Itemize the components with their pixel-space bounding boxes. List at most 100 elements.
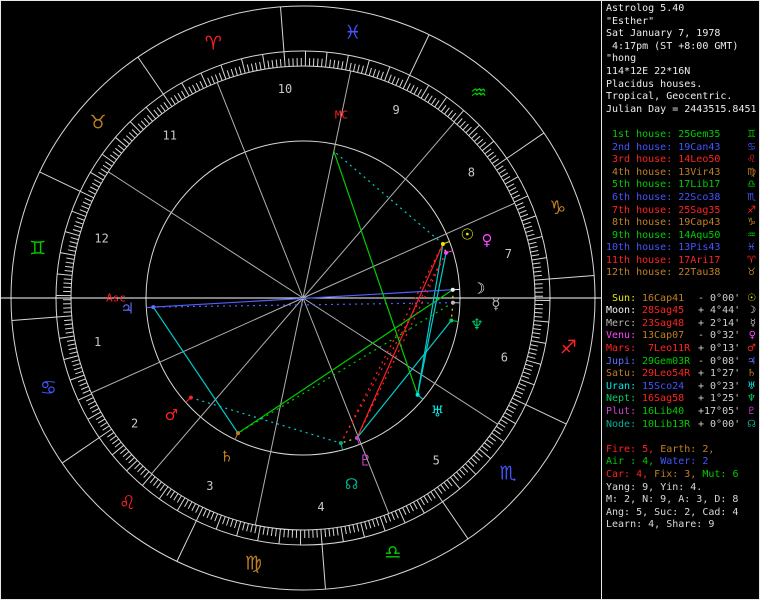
house-cusp-text: 11th house: 17Ari17 (606, 254, 721, 266)
house-cusp-row: 8th house: 19Cap43 ♑ (606, 217, 758, 230)
planet-position: 16Cap41 (642, 292, 685, 304)
sign-icon: ♏ (747, 191, 756, 203)
planet-position: 23Sag48 (642, 317, 685, 329)
planet-name: Node: (606, 418, 643, 430)
planet-row: Jupi: 29Gem03R - 0°08' ♃ (606, 356, 758, 369)
planet-name: Moon: (606, 305, 643, 317)
planet-position: 29Gem03R (642, 355, 691, 367)
sign-icon: ♑ (747, 217, 756, 229)
jupiter-icon: ♃ (747, 355, 756, 367)
sign-icon: ♍ (747, 166, 756, 178)
planet-name: Sun: (606, 292, 643, 304)
svg-text:3: 3 (206, 479, 213, 493)
planet-latitude: + 0°23' (698, 380, 741, 392)
planet-name: Jupi: (606, 355, 643, 367)
planet-row: Moon: 28Sag45 + 4°44' ☽ (606, 305, 758, 318)
planet-latitude: + 0°00' (698, 418, 741, 430)
planet-latitude: + 2°14' (698, 317, 741, 329)
house-cusp-text: 12th house: 22Tau38 (606, 267, 721, 279)
svg-text:2: 2 (131, 416, 138, 430)
svg-text:8: 8 (468, 166, 475, 180)
house-cusp-row: 1st house: 25Gem35 ♊ (606, 129, 758, 142)
house-cusp-row: 2nd house: 19Can43 ♋ (606, 142, 758, 155)
planet-row: Mars: 7Leo11R + 0°13' ♂ (606, 343, 758, 356)
svg-text:1: 1 (94, 335, 101, 349)
sign-icon: ♐ (747, 204, 756, 216)
house-type-counts: Ang: 5, Suc: 2, Cad: 4 (606, 506, 739, 518)
svg-text:♎: ♎ (384, 542, 401, 564)
planet-name: Uran: (606, 380, 643, 392)
natal-chart-wheel: ♈♉♊♋♌♍ ♎♏♐♑♒♓123456789101112 ☉☽☿♀♂♃♄♅♆♇☊As… (1, 5, 601, 591)
svg-text:♍: ♍ (245, 552, 262, 574)
planet-latitude: + 4°44' (698, 305, 741, 317)
house-cusp-text: 7th house: 25Sag35 (606, 204, 721, 216)
house-cusp-text: 1st house: 25Gem35 (606, 128, 721, 140)
planet-row: Sun: 16Cap41 - 0°00' ☉ (606, 293, 758, 306)
sign-icon: ♋ (747, 141, 756, 153)
house-cusp-row: 7th house: 25Sag35 ♐ (606, 205, 758, 218)
sign-icon: ♈ (747, 254, 756, 266)
svg-text:♅: ♅ (431, 403, 444, 421)
svg-text:MC: MC (335, 108, 348, 121)
house-cusp-text: 8th house: 19Cap43 (606, 217, 721, 229)
chart-date: Sat January 7, 1978 (606, 28, 721, 40)
planet-position: 28Sag45 (642, 305, 685, 317)
house-cusp-text: 9th house: 14Aqu50 (606, 229, 721, 241)
planet-latitude: + 1°25' (698, 393, 741, 405)
chart-time: 4:17pm (ST +8:00 GMT) (606, 40, 739, 52)
house-cusp-row: 5th house: 17Lib17 ♎ (606, 179, 758, 192)
moon-icon: ☽ (747, 305, 756, 317)
mercury-icon: ☿ (749, 317, 756, 329)
planet-latitude: - 0°08' (698, 355, 741, 367)
planet-position: 10Lib13R (642, 418, 691, 430)
planet-row: Merc: 23Sag48 + 2°14' ☿ (606, 318, 758, 331)
sign-icon: ♓ (747, 242, 756, 254)
house-cusp-row: 10th house: 13Pis43 ♓ (606, 242, 758, 255)
planet-row: Venu: 13Cap07 - 0°32' ♀ (606, 330, 758, 343)
svg-text:♐: ♐ (560, 337, 577, 359)
planet-row: Node: 10Lib13R + 0°00' ☊ (606, 419, 758, 432)
planet-name: Nept: (606, 393, 643, 405)
house-cusp-text: 4th house: 13Vir43 (606, 166, 721, 178)
sun-icon: ☉ (747, 292, 756, 304)
planet-position: 16Sag58 (642, 393, 685, 405)
svg-text:♋: ♋ (40, 377, 57, 399)
sign-icon: ♉ (747, 267, 756, 279)
svg-text:☊: ☊ (345, 475, 358, 493)
saturn-icon: ♄ (747, 368, 756, 380)
house-cusp-text: 6th house: 22Sco38 (606, 191, 721, 203)
svg-text:11: 11 (163, 129, 177, 143)
svg-text:♒: ♒ (470, 82, 487, 104)
venus-icon: ♀ (748, 330, 756, 342)
planet-row: Nept: 16Sag58 + 1°25' ♆ (606, 393, 758, 406)
sign-icon: ♒ (747, 229, 756, 241)
app-title: Astrolog 5.40 (606, 3, 685, 14)
chart-coordinates: 114*12E 22*16N (606, 65, 691, 77)
chart-place: "hong (606, 53, 637, 65)
learn-share-counts: Learn: 4, Share: 9 (606, 519, 715, 531)
svg-text:♄: ♄ (220, 448, 233, 466)
house-cusp-row: 12th house: 22Tau38 ♉ (606, 267, 758, 280)
svg-text:♊: ♊ (29, 237, 46, 259)
native-name: "Esther" (606, 15, 655, 27)
svg-text:♈: ♈ (205, 32, 222, 54)
julian-day: Julian Day = 2443515.8451 (606, 103, 757, 115)
element-counts-fire-earth: Fire: 5, Earth: 2, (606, 443, 715, 455)
planet-name: Satu: (606, 368, 643, 380)
zodiac-type: Tropical, Geocentric. (606, 91, 733, 103)
svg-text:♉: ♉ (89, 111, 106, 133)
planet-position: 16Lib40 (642, 406, 685, 417)
planet-position: 15Sco24 (642, 380, 685, 392)
svg-text:10: 10 (278, 82, 292, 96)
svg-text:☿: ☿ (491, 295, 500, 313)
planet-name: Venu: (606, 330, 643, 342)
svg-text:♆: ♆ (470, 315, 483, 333)
svg-text:☉: ☉ (460, 226, 473, 244)
svg-text:☽: ☽ (472, 279, 485, 297)
planet-latitude: - 0°32' (698, 330, 741, 342)
house-cusp-row: 11th house: 17Ari17 ♈ (606, 255, 758, 268)
house-cusp-text: 5th house: 17Lib17 (606, 179, 721, 191)
mnad-counts: M: 2, N: 9, A: 3, D: 8 (606, 494, 739, 506)
info-sidebar: Astrolog 5.40 "Esther" Sat January 7, 19… (601, 1, 759, 599)
svg-text:4: 4 (317, 500, 324, 514)
